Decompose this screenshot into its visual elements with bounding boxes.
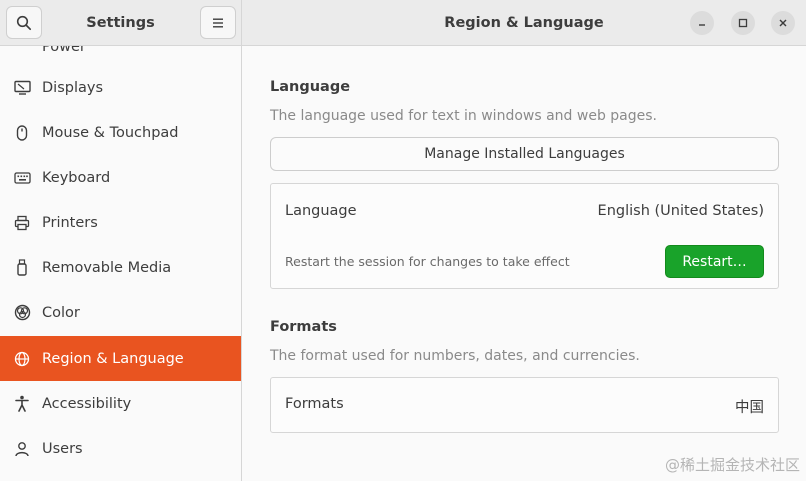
sidebar-item-keyboard[interactable]: Keyboard xyxy=(0,155,241,200)
sidebar-item-label: Mouse & Touchpad xyxy=(42,124,179,141)
sidebar-item-label: Keyboard xyxy=(42,169,111,186)
sidebar-item-label: Accessibility xyxy=(42,395,132,412)
settings-window: Settings Region & Language Power Display… xyxy=(0,0,806,481)
formats-row-value[interactable]: 中国 xyxy=(735,396,764,417)
color-icon xyxy=(13,304,31,322)
language-section-description: The language used for text in windows an… xyxy=(270,108,657,124)
formats-row-label: Formats xyxy=(285,396,344,412)
close-icon xyxy=(779,19,787,27)
sidebar-item-mouse-touchpad[interactable]: Mouse & Touchpad xyxy=(0,110,241,155)
sidebar-item-label: Power xyxy=(42,46,86,55)
sidebar-item-label: Color xyxy=(42,304,80,321)
minimize-button[interactable] xyxy=(690,11,714,35)
formats-section-description: The format used for numbers, dates, and … xyxy=(270,348,640,364)
sidebar: Power Displays Mouse & Touchpad Keyboard… xyxy=(0,46,242,481)
globe-icon xyxy=(13,350,31,368)
sidebar-title: Settings xyxy=(86,15,155,31)
sidebar-item-accessibility[interactable]: Accessibility xyxy=(0,381,241,426)
sidebar-item-label: Printers xyxy=(42,214,98,231)
formats-section-title: Formats xyxy=(270,319,337,335)
power-icon xyxy=(13,46,31,56)
maximize-button[interactable] xyxy=(731,11,755,35)
hamburger-menu-icon xyxy=(213,18,223,27)
watermark: @稀土掘金技术社区 xyxy=(664,456,800,474)
printer-icon xyxy=(13,214,31,232)
sidebar-item-users[interactable]: Users xyxy=(0,426,241,471)
maximize-icon xyxy=(738,18,748,28)
sidebar-item-removable-media[interactable]: Removable Media xyxy=(0,245,241,290)
minimize-icon xyxy=(699,24,705,26)
search-button[interactable] xyxy=(6,6,42,39)
page-title: Region & Language xyxy=(444,15,604,31)
language-frame: Language English (United States) Restart… xyxy=(270,183,779,289)
users-icon xyxy=(13,440,31,458)
main-header: Region & Language xyxy=(242,0,806,46)
sidebar-item-label: Displays xyxy=(42,79,104,96)
search-icon xyxy=(16,15,32,30)
mouse-icon xyxy=(13,124,31,142)
sidebar-item-color[interactable]: Color xyxy=(0,290,241,335)
language-row-label: Language xyxy=(285,203,357,219)
main-content: Language The language used for text in w… xyxy=(243,47,806,481)
close-button[interactable] xyxy=(771,11,795,35)
restart-hint: Restart the session for changes to take … xyxy=(285,254,570,269)
sidebar-item-displays[interactable]: Displays xyxy=(0,65,241,110)
language-section-title: Language xyxy=(270,79,351,95)
sidebar-item-label: Region & Language xyxy=(42,350,184,367)
formats-frame: Formats 中国 xyxy=(270,377,779,433)
sidebar-item-region-language[interactable]: Region & Language xyxy=(0,336,241,381)
sidebar-item-label: Users xyxy=(42,440,83,457)
main-menu-button[interactable] xyxy=(200,6,236,39)
sidebar-item-printers[interactable]: Printers xyxy=(0,200,241,245)
keyboard-icon xyxy=(13,169,31,187)
header-bar: Settings Region & Language xyxy=(0,0,806,46)
display-icon xyxy=(13,79,31,97)
language-row-value[interactable]: English (United States) xyxy=(598,203,764,219)
sidebar-item-label: Removable Media xyxy=(42,259,172,276)
sidebar-header: Settings xyxy=(0,0,242,46)
manage-installed-languages-button[interactable]: Manage Installed Languages xyxy=(270,137,779,171)
usb-drive-icon xyxy=(13,259,31,277)
accessibility-icon xyxy=(13,395,31,413)
restart-button[interactable]: Restart… xyxy=(665,245,764,278)
